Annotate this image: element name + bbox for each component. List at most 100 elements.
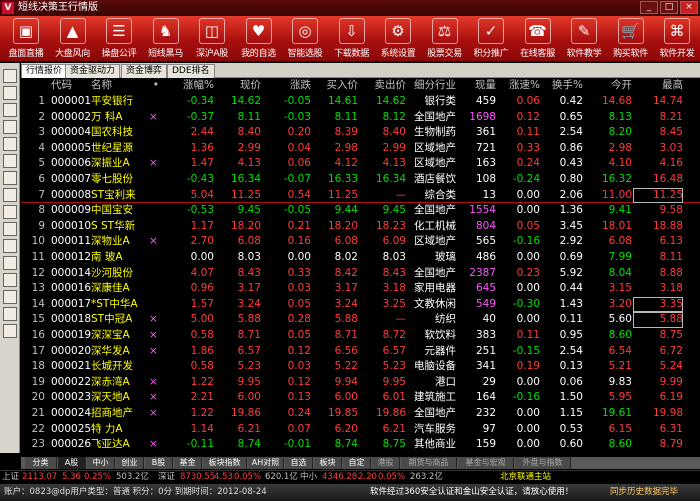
column-header-spd[interactable]: 涨速% [496, 78, 540, 94]
left-tool-icon[interactable] [3, 171, 17, 185]
category-tab-6[interactable]: 板块指数 [203, 457, 247, 469]
left-tool-icon[interactable] [3, 324, 17, 338]
table-row[interactable]: 17 000020 深华发A × 1.86 6.57 0.12 6.56 6.57 元器件 251-… [21, 344, 700, 360]
table-row[interactable]: 16 000019 深深宝A × 0.58 8.71 0.05 8.71 8.72 软饮料 383 0… [21, 328, 700, 344]
category-tab-3[interactable]: 创业 [116, 457, 144, 469]
category-tab-11[interactable]: 港股 [372, 457, 400, 469]
cell-low: 4.08 [684, 156, 700, 172]
toolbar-button-14[interactable]: ⌘ 软件开发 [655, 18, 699, 60]
column-header-ind[interactable]: 细分行业 [406, 78, 456, 94]
table-row[interactable]: 18 000021 长城开发 0.58 5.23 0.03 5.22 5.23 电脑设备 341 0… [21, 359, 700, 375]
category-tab-10[interactable]: 自定 [343, 457, 371, 469]
left-tool-icon[interactable] [3, 290, 17, 304]
column-header-price[interactable]: 现价 [216, 78, 261, 94]
column-header-chg[interactable]: 涨跌 [266, 78, 311, 94]
table-row[interactable]: 19 000022 深赤湾A × 1.22 9.95 0.12 9.94 9.95 港口 29 0.0… [21, 375, 700, 391]
cell-open: 5.21 [608, 360, 632, 373]
tab-3[interactable]: DDE排名 [167, 64, 215, 78]
maximize-button[interactable]: □ [660, 1, 678, 14]
table-row[interactable]: 2 000002 万 科A × -0.37 8.11 -0.03 8.11 8.12 全国地产 16… [21, 110, 700, 126]
column-header-vol[interactable]: 现量 [456, 78, 496, 94]
minimize-button[interactable]: _ [640, 1, 658, 14]
toolbar-button-13[interactable]: 🛒 购买软件 [609, 18, 653, 60]
category-tab-9[interactable]: 板块 [314, 457, 342, 469]
table-row[interactable]: 10 000011 深物业A × 2.70 6.08 0.16 6.08 6.09 区域地产 565… [21, 234, 700, 250]
table-row[interactable]: 20 000023 深天地A × 2.21 6.00 0.13 6.00 6.01 建筑施工 164… [21, 390, 700, 406]
category-tab-8[interactable]: 自选 [285, 457, 313, 469]
sh-change: 5.36 [62, 472, 81, 482]
tab-1[interactable]: 资金驱动力 [65, 64, 121, 78]
category-tab-7[interactable]: AH对照 [248, 457, 284, 469]
table-row[interactable]: 24000027深圳能源—————火力发电0————— [21, 453, 700, 455]
toolbar-button-4[interactable]: ◫ 深沪A股 [190, 18, 234, 60]
column-header-pct[interactable]: 涨幅% [161, 78, 214, 94]
column-header-high[interactable]: 最高 [633, 78, 683, 94]
category-tab-4[interactable]: B股 [145, 457, 173, 469]
toolbar-button-11[interactable]: ☎ 在线客服 [516, 18, 560, 60]
toolbar-button-6[interactable]: ◎ 智能选股 [283, 18, 327, 60]
category-tab-5[interactable]: 基金 [174, 457, 202, 469]
category-tab-13[interactable]: 基金与宏观 [458, 457, 514, 469]
left-tool-icon[interactable] [3, 69, 17, 83]
category-tab-14[interactable]: 外盘与指数 [515, 457, 571, 469]
left-tool-icon[interactable] [3, 120, 17, 134]
toolbar-button-9[interactable]: ⚖ 股票交易 [423, 18, 467, 60]
cell-spd: — [496, 453, 541, 455]
toolbar-button-0[interactable]: ▣ 盘面直播 [4, 18, 48, 60]
left-tool-icon[interactable] [3, 188, 17, 202]
left-tool-icon[interactable] [3, 103, 17, 117]
table-row[interactable]: 12 000014 沙河股份 4.07 8.43 0.33 8.42 8.43 全国地产 2387… [21, 266, 700, 282]
table-row[interactable]: 8 000009 中国宝安 -0.53 9.45 -0.05 9.44 9.45 全国地产 155… [21, 203, 700, 219]
tab-0[interactable]: 行情报价 [21, 64, 68, 78]
close-button[interactable]: × [680, 1, 698, 14]
toolbar-button-10[interactable]: ✓ 积分推广 [469, 18, 513, 60]
column-header-m[interactable]: • [149, 78, 159, 94]
left-tool-icon[interactable] [3, 273, 17, 287]
cell-ask: 8.12 [382, 110, 406, 123]
column-header-ask[interactable]: 卖出价 [361, 78, 407, 94]
table-row[interactable]: 9 000010 S ST华新 1.17 18.20 0.21 18.20 18.23 化工机械… [21, 219, 700, 235]
table-row[interactable]: 7 000008 ST宝利来 5.04 11.25 0.54 11.25— 综合类 13 0.00… [21, 187, 700, 204]
left-tool-icon[interactable] [3, 239, 17, 253]
toolbar-button-8[interactable]: ⚙ 系统设置 [376, 18, 420, 60]
toolbar-button-12[interactable]: ✎ 软件教学 [562, 18, 606, 60]
table-row[interactable]: 13 000016 深康佳A 0.96 3.17 0.03 3.17 3.18 家用电器 645 0… [21, 281, 700, 297]
toolbar-button-7[interactable]: ⇩ 下载数据 [330, 18, 374, 60]
table-row[interactable]: 22 000025 特 力A 1.14 6.21 0.07 6.20 6.21 汽车服务 97 0.… [21, 422, 700, 438]
cell-i: 3 [38, 126, 45, 139]
category-tab-1[interactable]: A股 [58, 457, 86, 469]
table-row[interactable]: 23 000026 飞亚达A × -0.11 8.74 -0.01 8.74 8.75 其他商业 1… [21, 437, 700, 453]
column-header-open[interactable]: 今开 [583, 78, 632, 94]
category-tab-12[interactable]: 期货与商品 [401, 457, 457, 469]
left-tool-icon[interactable] [3, 307, 17, 321]
category-tab-2[interactable]: 中小 [87, 457, 115, 469]
column-header-turn[interactable]: 换手% [541, 78, 583, 94]
sz-change: 4.53 [214, 472, 233, 482]
table-row[interactable]: 14 000017 *ST中华A 1.57 3.24 0.05 3.24 3.25 文教休闲 54… [21, 296, 700, 313]
category-tab-0[interactable]: 分类 [25, 457, 57, 469]
toolbar-button-2[interactable]: ☰ 操盘公评 [97, 18, 141, 60]
left-tool-icon[interactable] [3, 205, 17, 219]
column-header-bid[interactable]: 买入价 [313, 78, 359, 94]
cell-chg: 0.28 [287, 313, 311, 326]
left-tool-icon[interactable] [3, 86, 17, 100]
cell-bid: 8.74 [334, 438, 358, 451]
toolbar-button-1[interactable]: ▲ 大盘风向 [51, 18, 95, 60]
left-tool-icon[interactable] [3, 256, 17, 270]
table-row[interactable]: 15 000018 ST中冠A × 5.00 5.88 0.28 5.88— 纺织 40 0.00 0… [21, 312, 700, 328]
table-row[interactable]: 1 000001 平安银行 -0.34 14.62 -0.05 14.61 14.62 银行类 4… [21, 94, 700, 110]
table-row[interactable]: 6 000007 零七股份 -0.43 16.34 -0.07 16.33 16.34 酒店餐饮… [21, 172, 700, 188]
left-tool-icon[interactable] [3, 222, 17, 236]
table-row[interactable]: 11 000012 南 玻A 0.00 8.03 0.00 8.02 8.03 玻璃 486 0.0… [21, 250, 700, 266]
toolbar-button-5[interactable]: ♥ 我的自选 [237, 18, 281, 60]
table-row[interactable]: 5 000006 深振业A × 1.47 4.13 0.06 4.12 4.13 区域地产 163 0… [21, 156, 700, 172]
toolbar-button-3[interactable]: ♞ 短线黑马 [144, 18, 188, 60]
tab-2[interactable]: 资金博弈 [121, 64, 168, 78]
left-tool-icon[interactable] [3, 154, 17, 168]
table-row[interactable]: 3 000004 国农科技 2.44 8.40 0.20 8.39 8.40 生物制药 361 0.… [21, 125, 700, 141]
column-header-low[interactable]: 最低 [684, 78, 700, 94]
table-row[interactable]: 21 000024 招商地产 × 1.22 19.86 0.24 19.85 19.86 全国地产… [21, 406, 700, 422]
cell-spd: -0.16 [512, 391, 540, 404]
left-tool-icon[interactable] [3, 137, 17, 151]
table-row[interactable]: 4 000005 世纪星源 1.36 2.99 0.04 2.98 2.99 区域地产 721 0.… [21, 141, 700, 157]
